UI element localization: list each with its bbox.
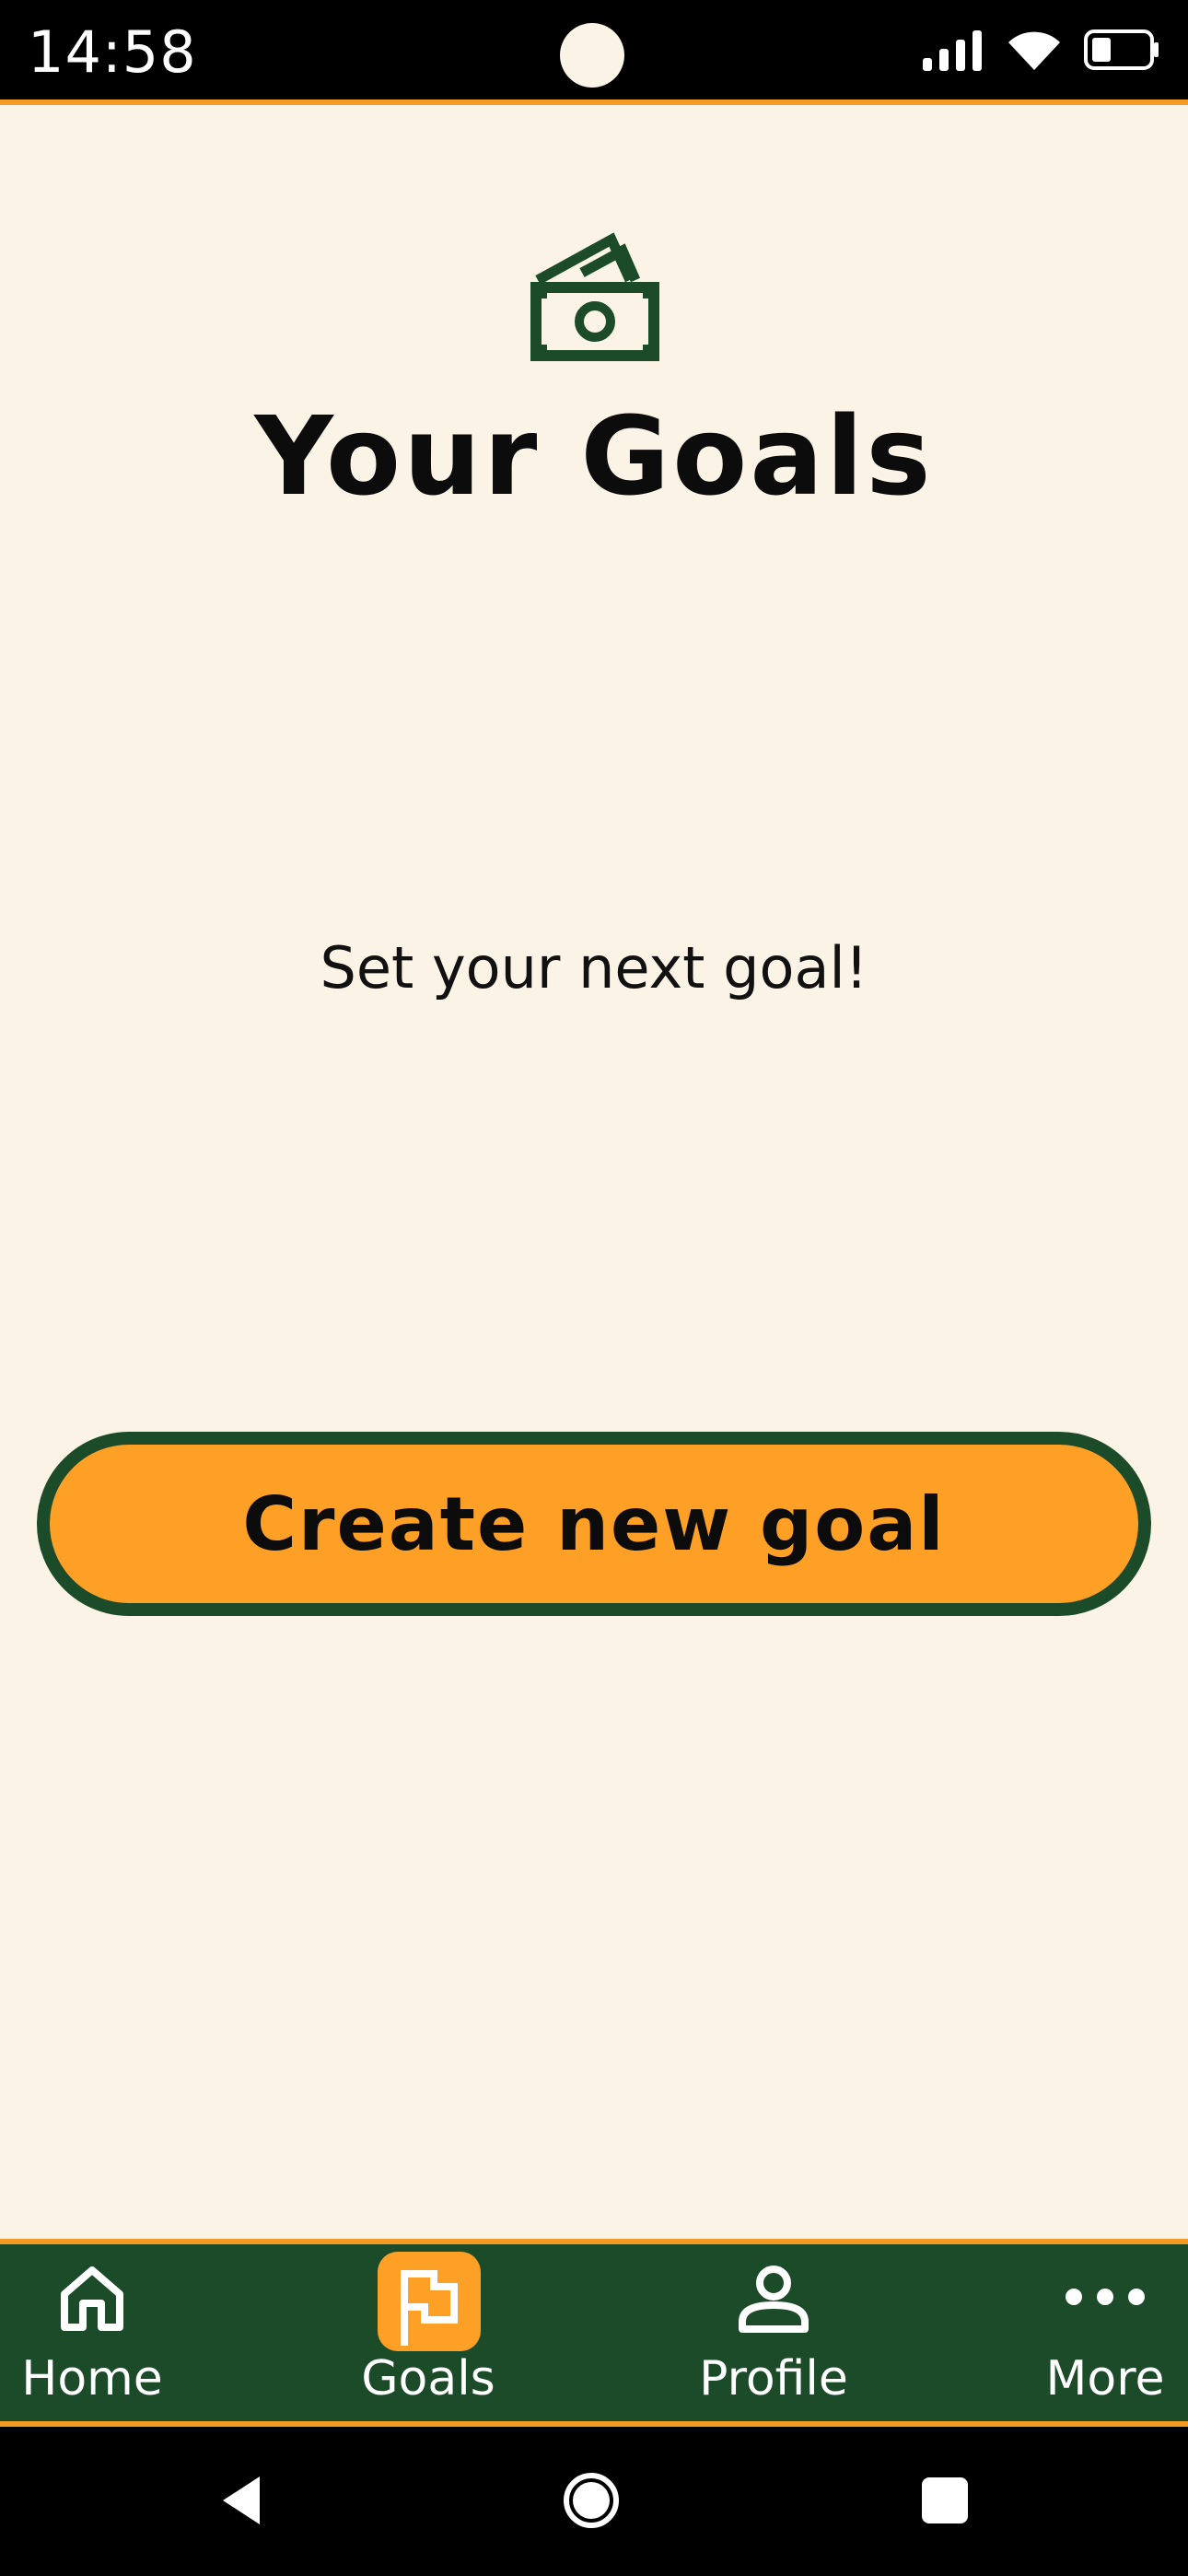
recents-icon[interactable] — [919, 2475, 971, 2526]
wifi-icon — [1008, 31, 1060, 70]
battery-icon — [1084, 29, 1159, 70]
camera-cutout — [560, 23, 624, 88]
nav-item-more[interactable]: More — [1022, 2244, 1188, 2421]
bottom-nav: Home Goals Profile More — [0, 2239, 1188, 2427]
create-new-goal-button[interactable]: Create new goal — [37, 1432, 1151, 1616]
nav-label-home: Home — [21, 2351, 163, 2406]
more-icon — [1066, 2289, 1145, 2305]
nav-item-home[interactable]: Home — [0, 2244, 184, 2421]
goal-prompt-text: Set your next goal! — [320, 934, 868, 1001]
main-content: Your Goals Set your next goal! Create ne… — [0, 105, 1188, 2242]
nav-item-goals[interactable]: Goals — [336, 2244, 520, 2421]
home-icon — [61, 2266, 123, 2331]
nav-item-profile[interactable]: Profile — [681, 2244, 866, 2421]
page-title: Your Goals — [254, 392, 934, 520]
nav-label-more: More — [1045, 2351, 1165, 2406]
nav-label-goals: Goals — [361, 2351, 495, 2406]
profile-icon — [739, 2266, 809, 2333]
nav-label-profile: Profile — [699, 2351, 848, 2406]
signal-icon — [923, 30, 982, 71]
money-icon — [530, 232, 659, 361]
flag-icon — [401, 2270, 458, 2346]
status-icons — [921, 28, 1160, 72]
home-button-icon[interactable] — [562, 2471, 621, 2530]
status-bar: 14:58 — [0, 0, 1188, 105]
status-time: 14:58 — [28, 18, 197, 86]
back-icon[interactable] — [217, 2473, 263, 2528]
system-nav-bar — [0, 2427, 1188, 2576]
